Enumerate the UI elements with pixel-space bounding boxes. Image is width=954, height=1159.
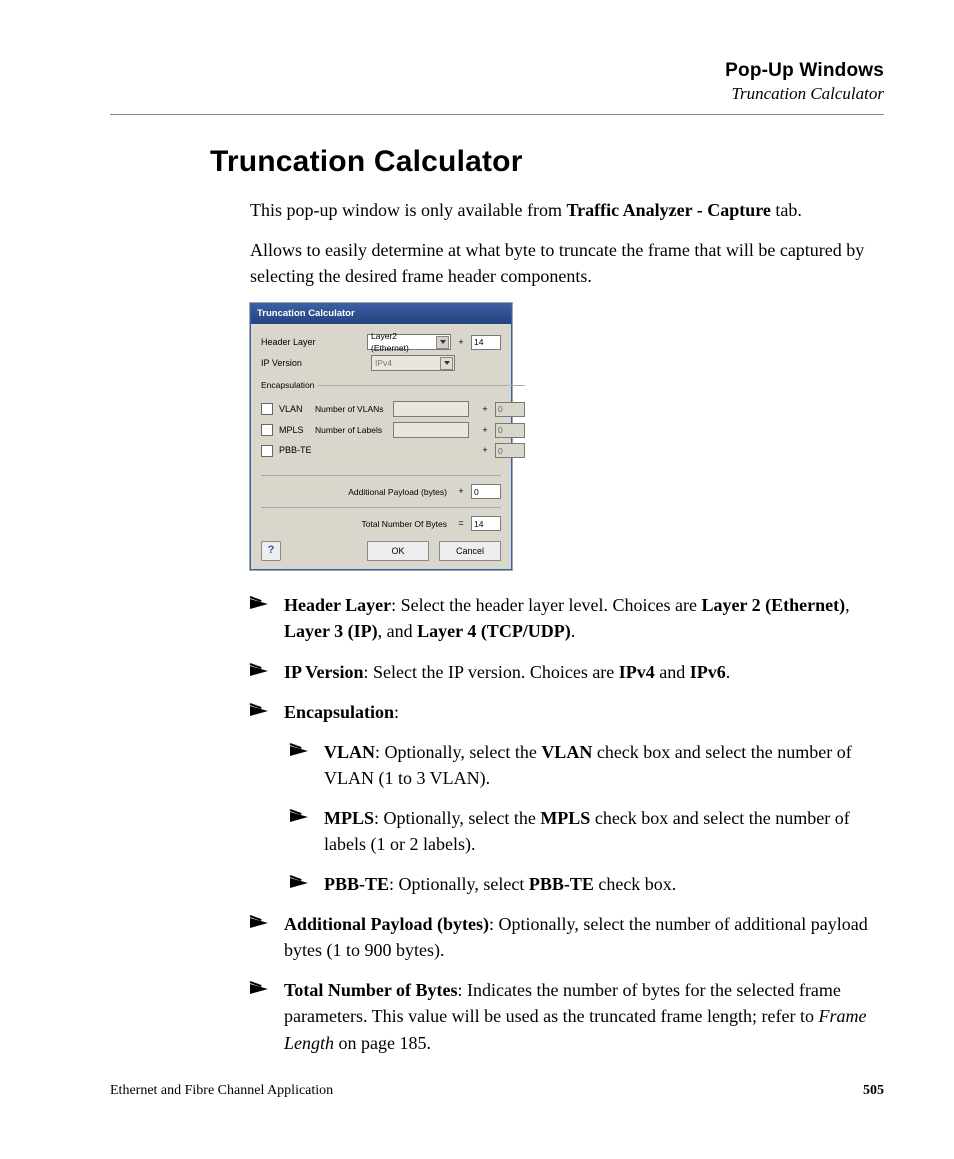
bullet-total-bytes: Total Number of Bytes: Indicates the num… (250, 977, 874, 1055)
bullet-ip-version: IP Version: Select the IP version. Choic… (250, 659, 874, 685)
intro-paragraph-1: This pop-up window is only available fro… (250, 197, 874, 223)
bullet-vlan: VLAN: Optionally, select the VLAN check … (290, 739, 874, 791)
footer-text: Ethernet and Fibre Channel Application (110, 1083, 333, 1099)
bullet-list: Header Layer: Select the header layer le… (250, 592, 874, 1055)
pbbte-bytes-field: 0 (495, 443, 525, 458)
body-content: This pop-up window is only available fro… (250, 197, 874, 1056)
plus-icon: + (481, 403, 489, 416)
bullet-mpls: MPLS: Optionally, select the MPLS check … (290, 805, 874, 857)
page-heading: Truncation Calculator (210, 145, 884, 179)
bullet-additional-payload: Additional Payload (bytes): Optionally, … (250, 911, 874, 963)
bullet-pbbte: PBB-TE: Optionally, select PBB-TE check … (290, 871, 874, 897)
header-subtitle: Truncation Calculator (110, 84, 884, 104)
header-layer-select[interactable]: Layer2 (Ethernet) (367, 334, 451, 350)
ok-button[interactable]: OK (367, 541, 429, 561)
mpls-checkbox[interactable] (261, 424, 273, 436)
mpls-label: MPLS (279, 424, 309, 437)
additional-payload-label: Additional Payload (bytes) (261, 486, 451, 498)
intro-paragraph-2: Allows to easily determine at what byte … (250, 237, 874, 289)
plus-icon: + (481, 424, 489, 437)
additional-payload-field[interactable]: 0 (471, 484, 501, 499)
plus-icon: + (481, 444, 489, 457)
ip-version-select[interactable]: IPv4 (371, 355, 455, 371)
total-bytes-field: 14 (471, 516, 501, 531)
chevron-down-icon (440, 357, 453, 370)
equals-icon: = (457, 517, 465, 530)
mpls-count-label: Number of Labels (315, 424, 387, 436)
mpls-bytes-field: 0 (495, 423, 525, 438)
plus-icon: + (457, 336, 465, 349)
mpls-count-select[interactable] (393, 422, 469, 438)
header-title: Pop-Up Windows (110, 60, 884, 82)
vlan-count-select[interactable] (393, 401, 469, 417)
ip-version-label: IP Version (261, 357, 319, 370)
pbbte-checkbox[interactable] (261, 445, 273, 457)
vlan-checkbox[interactable] (261, 403, 273, 415)
vlan-bytes-field: 0 (495, 402, 525, 417)
encapsulation-group: Encapsulation VLAN Number of VLANs + 0 (261, 379, 525, 467)
pbbte-label: PBB-TE (279, 444, 319, 457)
window-titlebar: Truncation Calculator (251, 304, 511, 324)
page-number: 505 (863, 1083, 884, 1099)
header-rule (110, 114, 884, 115)
chevron-down-icon[interactable] (436, 336, 449, 349)
header-layer-bytes-field[interactable]: 14 (471, 335, 501, 350)
bullet-header-layer: Header Layer: Select the header layer le… (250, 592, 874, 644)
vlan-label: VLAN (279, 403, 309, 416)
help-button[interactable]: ? (261, 541, 281, 561)
encapsulation-legend: Encapsulation (261, 379, 318, 391)
vlan-count-label: Number of VLANs (315, 403, 387, 415)
separator (261, 475, 501, 476)
bullet-encapsulation: Encapsulation: VLAN: Optionally, select … (250, 699, 874, 898)
plus-icon: + (457, 485, 465, 498)
screenshot-window: Truncation Calculator Header Layer Layer… (250, 303, 512, 570)
separator (261, 507, 501, 508)
total-bytes-label: Total Number Of Bytes (261, 518, 451, 530)
cancel-button[interactable]: Cancel (439, 541, 501, 561)
header-layer-label: Header Layer (261, 336, 319, 349)
